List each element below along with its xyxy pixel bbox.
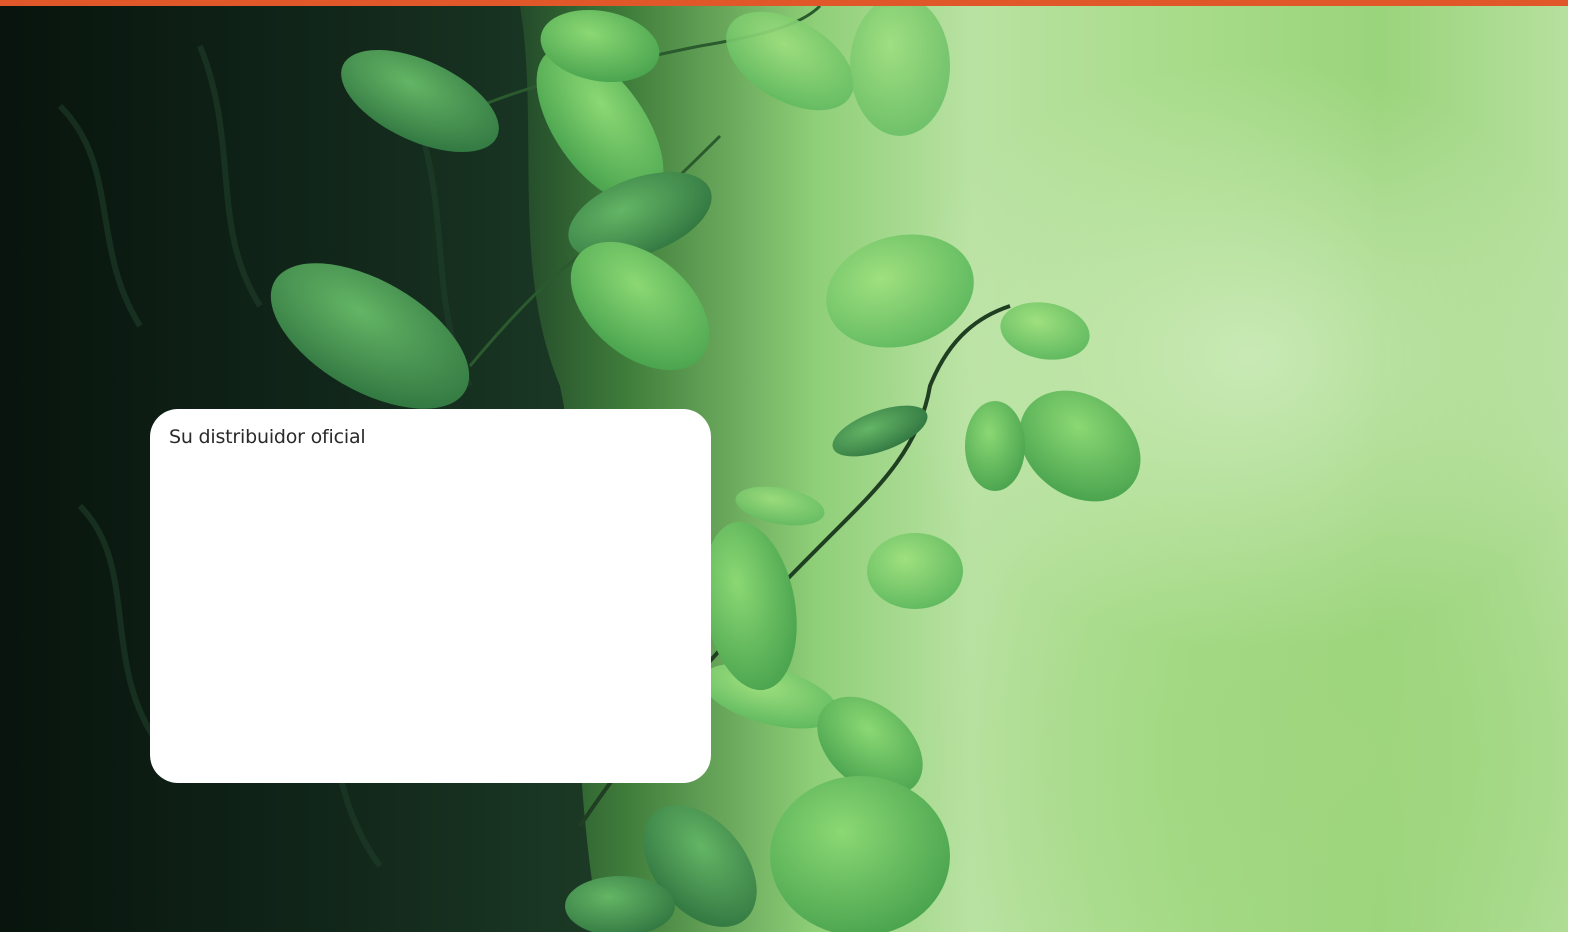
leaf [867,533,963,609]
page: Su distribuidor oficial [0,0,1568,932]
leaf [850,6,950,136]
leaf [965,401,1025,491]
leaf [1000,302,1090,360]
distributor-box: Su distribuidor oficial [150,409,711,783]
leaf [726,11,854,111]
leaf [770,776,950,932]
distributor-label: Su distribuidor oficial [169,426,366,448]
accent-top-bar [0,0,1568,6]
leaf [826,234,974,348]
leaf [832,405,928,457]
